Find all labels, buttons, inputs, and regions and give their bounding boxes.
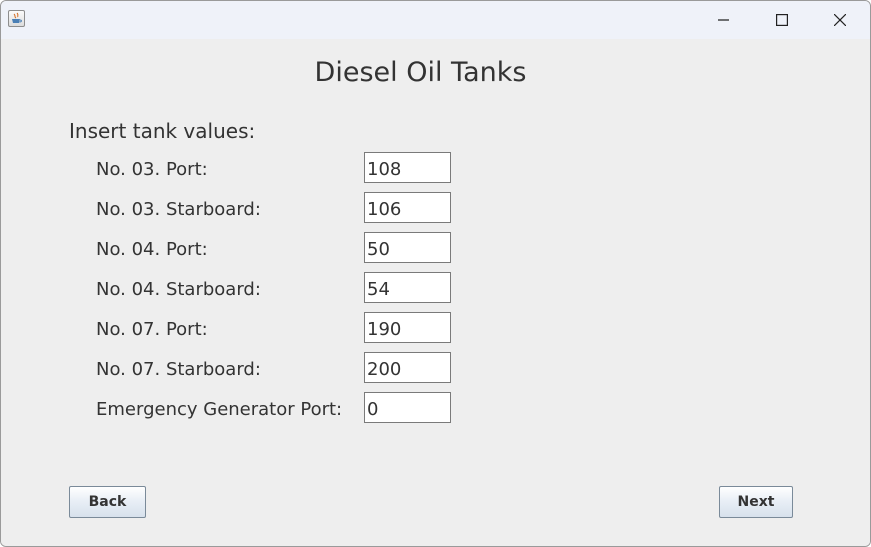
next-button[interactable]: Next [719,486,793,518]
label-no03-port: No. 03. Port: [96,159,208,181]
minimize-icon [718,14,730,26]
maximize-icon [776,14,788,26]
input-no04-port[interactable] [364,232,451,263]
input-no03-port[interactable] [364,152,451,183]
maximize-button[interactable] [753,1,811,39]
input-no03-starboard[interactable] [364,192,451,223]
minimize-button[interactable] [695,1,753,39]
close-button[interactable] [811,1,869,39]
app-window: Diesel Oil Tanks Insert tank values: No.… [0,0,871,547]
input-no04-starboard[interactable] [364,272,451,303]
label-no04-starboard: No. 04. Starboard: [96,279,261,301]
form-panel: Diesel Oil Tanks Insert tank values: No.… [1,39,870,546]
label-emergency-generator-port: Emergency Generator Port: [96,399,342,421]
label-no07-port: No. 07. Port: [96,319,208,341]
input-no07-port[interactable] [364,312,451,343]
title-bar[interactable] [1,1,870,39]
page-title: Diesel Oil Tanks [1,57,840,88]
label-no07-starboard: No. 07. Starboard: [96,359,261,381]
close-icon [834,14,846,26]
instructions-label: Insert tank values: [69,119,255,143]
input-no07-starboard[interactable] [364,352,451,383]
input-emergency-generator-port[interactable] [364,392,451,423]
back-button[interactable]: Back [69,486,146,518]
label-no03-starboard: No. 03. Starboard: [96,199,261,221]
label-no04-port: No. 04. Port: [96,239,208,261]
java-icon[interactable] [8,10,25,27]
